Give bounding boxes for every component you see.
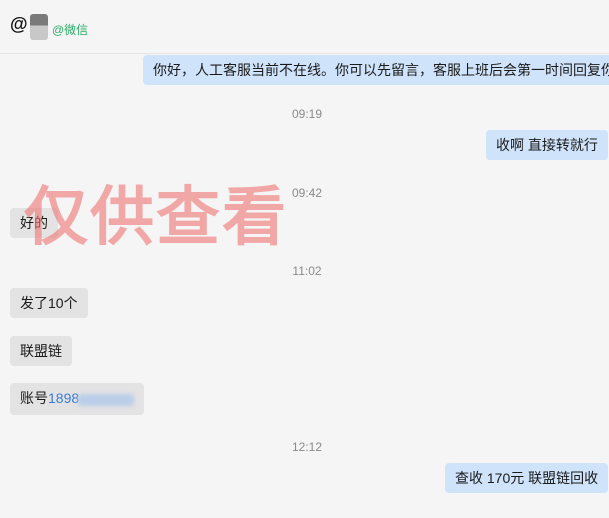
incoming-message-bubble[interactable]: 好的: [10, 208, 58, 238]
account-label: 账号: [20, 390, 48, 406]
outgoing-message-bubble[interactable]: 查收 170元 联盟链回收: [445, 463, 609, 493]
chat-messages: 你好，人工客服当前不在线。你可以先留言，客服上班后会第一时间回复你。 09:19…: [0, 0, 609, 518]
outgoing-message-bubble[interactable]: 你好，人工客服当前不在线。你可以先留言，客服上班后会第一时间回复你。: [143, 55, 609, 85]
incoming-message-bubble[interactable]: 发了10个: [10, 288, 88, 318]
timestamp: 12:12: [291, 440, 323, 454]
outgoing-message-bubble[interactable]: 收啊 直接转就行: [486, 130, 608, 160]
incoming-message-bubble[interactable]: 联盟链: [10, 336, 72, 366]
redaction-blur: [78, 394, 134, 406]
timestamp: 09:42: [291, 186, 323, 200]
timestamp: 11:02: [292, 264, 322, 278]
timestamp: 09:19: [291, 107, 323, 121]
account-number[interactable]: 1898: [48, 390, 79, 406]
